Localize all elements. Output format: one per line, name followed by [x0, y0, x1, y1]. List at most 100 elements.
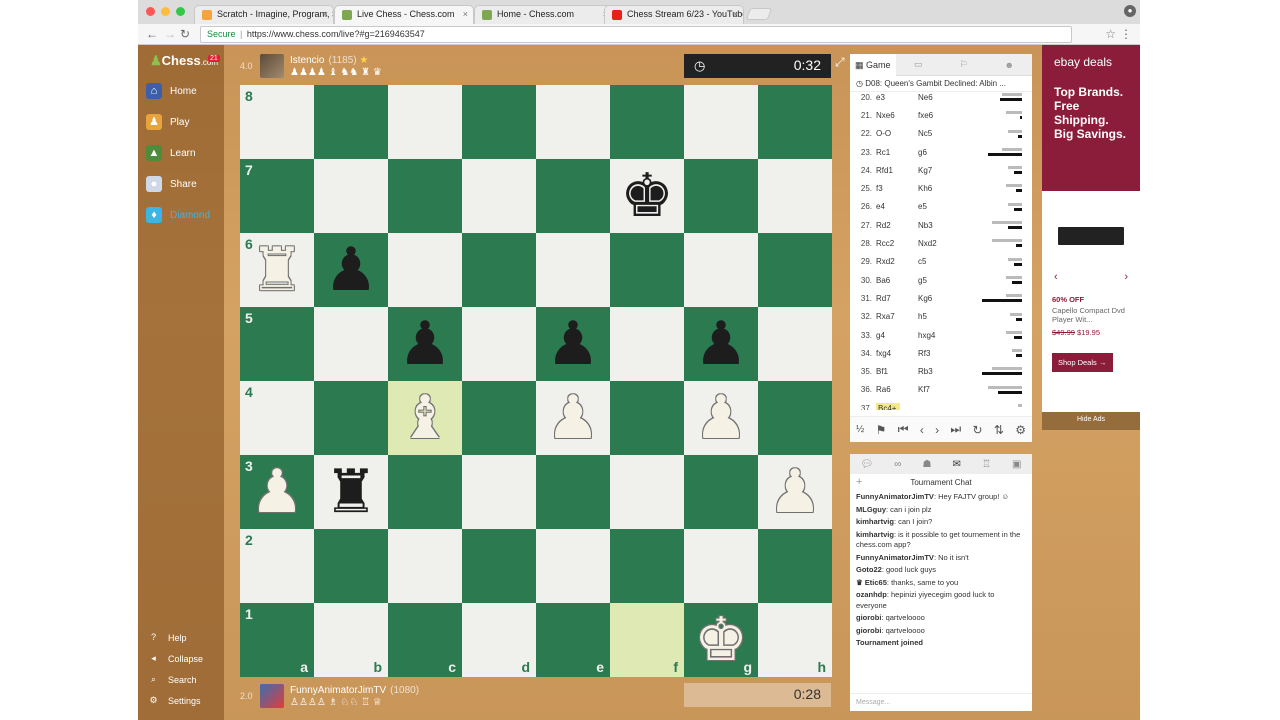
black-move[interactable]: c5: [918, 257, 958, 266]
chat-username[interactable]: giorobi: [856, 613, 881, 622]
square-h8[interactable]: [758, 85, 832, 159]
prev-move-icon[interactable]: ‹: [920, 423, 924, 437]
black-rook-piece[interactable]: ♜: [314, 455, 388, 529]
avatar[interactable]: [260, 684, 284, 708]
white-move[interactable]: fxg4: [876, 349, 918, 358]
speech-icon[interactable]: 💬︎: [861, 459, 874, 470]
sidebar-item-learn[interactable]: ▲ Learn: [146, 145, 196, 161]
square-f6[interactable]: [610, 233, 684, 307]
black-move[interactable]: hxg4: [918, 331, 958, 340]
browser-tab[interactable]: Chess Stream 6/23 - YouTube ×: [604, 5, 744, 24]
square-f5[interactable]: [610, 307, 684, 381]
white-move[interactable]: Ra6: [876, 385, 918, 394]
square-h2[interactable]: [758, 529, 832, 603]
white-pawn-piece[interactable]: ♟: [240, 455, 314, 529]
black-move[interactable]: Nxd2: [918, 239, 958, 248]
square-c5[interactable]: ♟: [388, 307, 462, 381]
square-b2[interactable]: [314, 529, 388, 603]
white-move[interactable]: g4: [876, 331, 918, 340]
first-move-icon[interactable]: ⏮: [898, 422, 909, 437]
square-f8[interactable]: [610, 85, 684, 159]
square-d6[interactable]: [462, 233, 536, 307]
square-e2[interactable]: [536, 529, 610, 603]
square-h6[interactable]: [758, 233, 832, 307]
square-g1[interactable]: g ♚: [684, 603, 758, 677]
white-move[interactable]: Rxa7: [876, 312, 918, 321]
black-move[interactable]: fxe6: [918, 111, 958, 120]
square-e3[interactable]: [536, 455, 610, 529]
square-f2[interactable]: [610, 529, 684, 603]
white-rook-piece[interactable]: ♜: [240, 233, 314, 307]
white-pawn-piece[interactable]: ♟: [684, 381, 758, 455]
tab-explorer[interactable]: ⚐: [941, 59, 987, 70]
binoculars-icon[interactable]: ∞: [894, 459, 901, 470]
white-bishop-piece[interactable]: ♝: [388, 381, 462, 455]
square-g4[interactable]: ♟: [684, 381, 758, 455]
black-pawn-piece[interactable]: ♟: [314, 233, 388, 307]
square-e8[interactable]: [536, 85, 610, 159]
white-move[interactable]: f3: [876, 184, 918, 193]
chat-log[interactable]: FunnyAnimatorJimTV: Hey FAJTV group! ☺ ML…: [850, 492, 1032, 649]
sidebar-item-help[interactable]: ? Help: [148, 632, 187, 643]
black-move[interactable]: Kg7: [918, 166, 958, 175]
square-e4[interactable]: ♟: [536, 381, 610, 455]
tab-players[interactable]: ☻: [987, 60, 1033, 70]
square-a1[interactable]: 1a: [240, 603, 314, 677]
carousel-prev-icon[interactable]: ‹: [1054, 271, 1058, 283]
chat-icon[interactable]: ✉: [953, 459, 961, 470]
close-window-button[interactable]: [146, 7, 155, 16]
black-move[interactable]: g5: [918, 276, 958, 285]
square-d5[interactable]: [462, 307, 536, 381]
menu-dots-icon[interactable]: ⋮: [1120, 27, 1132, 41]
browser-tab[interactable]: Home - Chess.com×: [474, 5, 614, 24]
bottom-player-name[interactable]: FunnyAnimatorJimTV: [290, 685, 386, 696]
square-g3[interactable]: [684, 455, 758, 529]
sidebar-item-search[interactable]: ⌕ Search: [148, 674, 197, 685]
black-move[interactable]: Ne6: [918, 93, 958, 102]
ad-banner[interactable]: ebay deals Top Brands. Free Shipping. Bi…: [1042, 45, 1140, 191]
add-icon[interactable]: +: [856, 476, 862, 488]
white-pawn-piece[interactable]: ♟: [536, 381, 610, 455]
chat-username[interactable]: Tournament joined: [856, 638, 923, 647]
black-move[interactable]: h5: [918, 312, 958, 321]
square-d4[interactable]: [462, 381, 536, 455]
square-c7[interactable]: [388, 159, 462, 233]
notification-badge[interactable]: 21: [208, 55, 220, 62]
square-e1[interactable]: e: [536, 603, 610, 677]
white-move[interactable]: e3: [876, 93, 918, 102]
tournament-icon[interactable]: ♖: [982, 459, 991, 470]
white-move[interactable]: Rc1: [876, 148, 918, 157]
square-a5[interactable]: 5: [240, 307, 314, 381]
square-d2[interactable]: [462, 529, 536, 603]
black-pawn-piece[interactable]: ♟: [684, 307, 758, 381]
move-list[interactable]: 20. e3 Ne6 21. Nxe6 fxe6 22. O-O Nc5 23. Rc1 g6 24. R…: [850, 88, 1032, 410]
sidebar-item-share[interactable]: ● Share: [146, 176, 197, 192]
square-d8[interactable]: [462, 85, 536, 159]
sidebar-item-settings[interactable]: ⚙ Settings: [148, 695, 200, 706]
square-b5[interactable]: [314, 307, 388, 381]
advertisement[interactable]: ebay deals Top Brands. Free Shipping. Bi…: [1042, 45, 1140, 412]
expand-icon[interactable]: ⤢: [835, 55, 845, 70]
white-move[interactable]: Nxe6: [876, 111, 918, 120]
sidebar-item-collapse[interactable]: ◂ Collapse: [148, 653, 203, 664]
dvd-player-image[interactable]: [1058, 227, 1124, 245]
carousel-next-icon[interactable]: ›: [1124, 271, 1128, 283]
chat-username[interactable]: ♛ Etic65: [856, 578, 887, 587]
square-d3[interactable]: [462, 455, 536, 529]
chat-username[interactable]: Goto22: [856, 565, 882, 574]
browser-tab[interactable]: Live Chess - Chess.com ×: [334, 5, 474, 24]
settings-icon[interactable]: ⚙: [1015, 423, 1026, 437]
minimize-window-button[interactable]: [161, 7, 170, 16]
bookmark-star-icon[interactable]: ☆: [1105, 27, 1116, 41]
square-b4[interactable]: [314, 381, 388, 455]
black-pawn-piece[interactable]: ♟: [536, 307, 610, 381]
square-c8[interactable]: [388, 85, 462, 159]
white-move[interactable]: O-O: [876, 129, 918, 138]
square-b3[interactable]: ♜: [314, 455, 388, 529]
avatar[interactable]: [260, 54, 284, 78]
chat-username[interactable]: FunnyAnimatorJimTV: [856, 492, 934, 501]
draw-button[interactable]: ½: [856, 424, 864, 435]
black-move[interactable]: Kg6: [918, 294, 958, 303]
white-king-piece[interactable]: ♚: [684, 603, 758, 677]
square-f4[interactable]: [610, 381, 684, 455]
